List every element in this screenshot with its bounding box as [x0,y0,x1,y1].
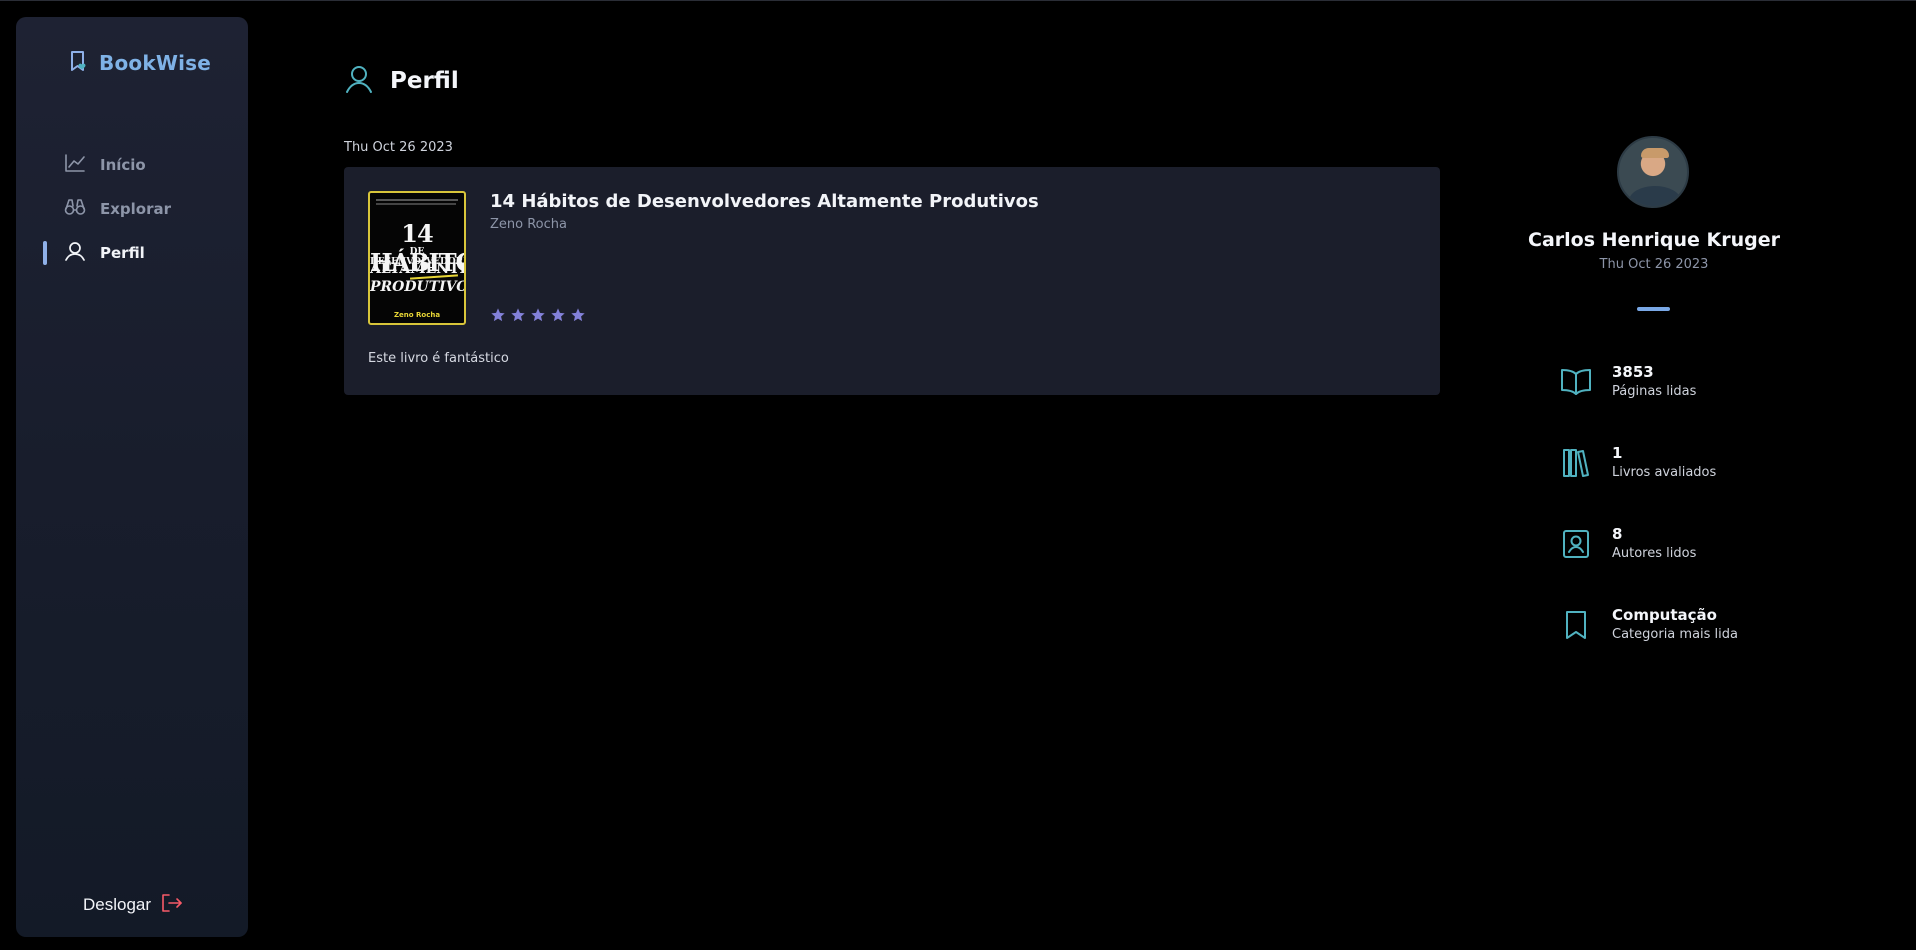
book-title[interactable]: 14 Hábitos de Desenvolvedores Altamente … [490,191,1039,212]
book-author: Zeno Rocha [490,217,567,232]
avatar-hair [1641,148,1669,158]
review-text: Este livro é fantástico [368,351,509,366]
stat-top-category: Computação Categoria mais lida [1556,605,1738,686]
profile-divider [1637,307,1670,311]
stat-pages-read: 3853 Páginas lidas [1556,362,1738,443]
open-book-icon [1556,362,1596,402]
app-name: BookWise [99,51,212,75]
sign-out-icon [161,893,183,917]
cover-decoration [376,203,456,205]
stat-label: Páginas lidas [1612,384,1697,399]
review-card[interactable]: 14 HÁBITOS DE DESENVOLVEDORES ALTAMENTE … [344,167,1440,395]
cover-decoration [376,199,458,201]
stat-value: 3853 [1612,363,1654,381]
books-icon [1556,443,1596,483]
avatar [1617,136,1689,208]
sidebar-item-label: Explorar [100,200,172,218]
book-heart-icon [69,50,89,76]
top-border [0,0,1916,1]
chart-line-icon [64,153,86,177]
sidebar-nav: Início Explorar Perfil [16,143,248,275]
sidebar-item-explorar[interactable]: Explorar [16,187,248,231]
logout-label: Deslogar [83,895,152,914]
app-logo[interactable]: BookWise [69,50,211,76]
profile-stats: 3853 Páginas lidas 1 Livros avaliados 8 [1556,362,1738,686]
star-icon [550,307,566,327]
profile-name: Carlos Henrique Kruger [1528,229,1780,251]
review-date: Thu Oct 26 2023 [344,140,453,155]
book-cover[interactable]: 14 HÁBITOS DE DESENVOLVEDORES ALTAMENTE … [368,191,466,325]
sidebar: BookWise Início Explorar Perfil Deslogar [16,17,248,937]
active-indicator [43,241,47,265]
stat-authors-read: 8 Autores lidos [1556,524,1738,605]
user-icon [64,240,86,266]
logout-button[interactable]: Deslogar [83,893,183,917]
star-icon [570,307,586,327]
star-icon [530,307,546,327]
binoculars-icon [64,197,86,221]
star-icon [510,307,526,327]
cover-author: Zeno Rocha [393,311,441,319]
user-square-icon [1556,524,1596,564]
stat-label: Autores lidos [1612,546,1697,561]
bookmark-icon [1556,605,1596,645]
stat-value: 8 [1612,525,1623,543]
avatar-shirt [1629,186,1681,206]
page-header: Perfil [344,64,459,98]
stat-label: Categoria mais lida [1612,627,1738,642]
sidebar-item-inicio[interactable]: Início [16,143,248,187]
stat-books-rated: 1 Livros avaliados [1556,443,1738,524]
rating-stars [490,307,586,327]
stat-label: Livros avaliados [1612,465,1717,480]
profile-member-since: Thu Oct 26 2023 [1599,257,1709,272]
stat-value: Computação [1612,606,1717,624]
stat-value: 1 [1612,444,1623,462]
user-icon [344,64,374,98]
cover-text: PRODUTIVOS [370,279,464,295]
sidebar-item-label: Perfil [100,244,145,262]
star-icon [490,307,506,327]
page-title: Perfil [390,68,459,94]
sidebar-item-label: Início [100,156,146,174]
sidebar-item-perfil[interactable]: Perfil [16,231,248,275]
